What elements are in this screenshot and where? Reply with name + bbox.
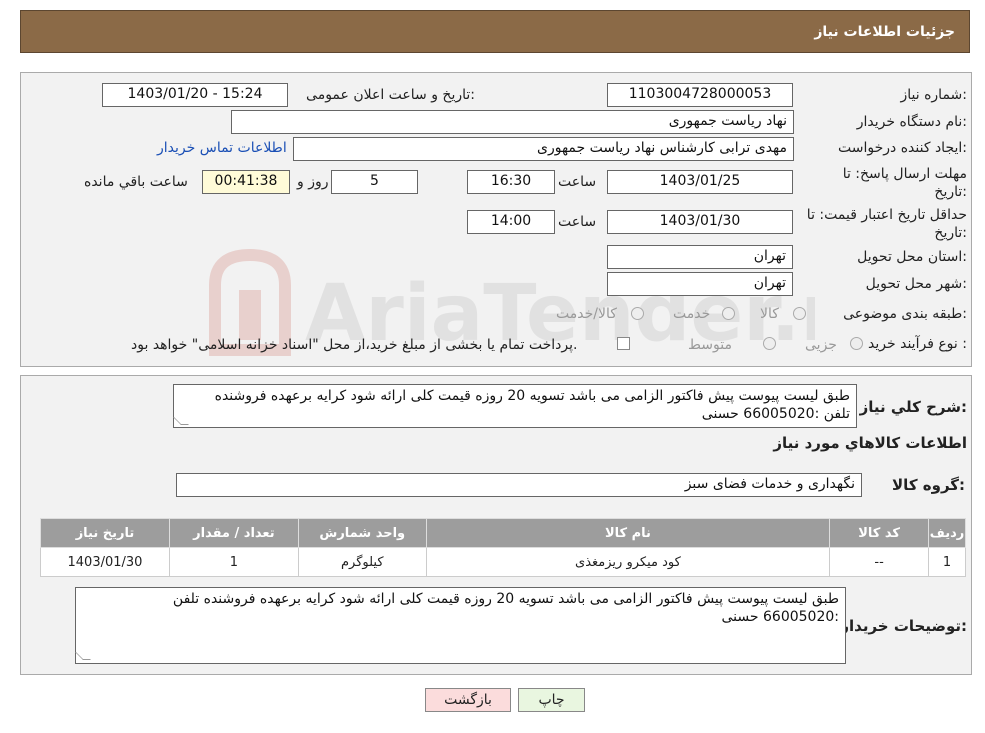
validity-time-field: 14:00 [467, 210, 555, 234]
need-number-label: شماره نیاز: [900, 87, 967, 103]
table-row: 1 -- کود میکرو ریزمغذی کیلوگرم 1 1403/01… [40, 547, 966, 577]
process-radio-minor[interactable] [850, 337, 863, 350]
validity-label-line2: تاریخ: [934, 225, 967, 241]
col-quantity: تعداد / مقدار [168, 518, 299, 548]
description-label: شرح کلي نياز: [859, 398, 967, 416]
cell-goods-name: کود میکرو ریزمغذی [425, 547, 831, 577]
deadline-date-field: 1403/01/25 [607, 170, 793, 194]
category-option-goods-service: کالا/خدمت [556, 306, 617, 322]
col-row-number: رديف [928, 518, 966, 548]
process-radio-medium[interactable] [763, 337, 776, 350]
category-option-service: خدمت [673, 306, 711, 322]
buyer-org-field: نهاد ریاست جمهوری [231, 110, 794, 134]
remaining-time-field: 00:41:38 [202, 170, 290, 194]
city-label: شهر محل تحویل: [865, 276, 967, 292]
category-radio-goods-service[interactable] [631, 307, 644, 320]
province-field: تهران [607, 245, 793, 269]
goods-section-title: اطلاعات کالاهاي مورد نياز [773, 434, 967, 452]
buyer-notes-line1: طبق لیست پیوست پیش فاکتور الزامی می باشد… [172, 591, 839, 607]
category-radio-service[interactable] [722, 307, 735, 320]
process-option-minor: جزیی [805, 337, 837, 353]
deadline-label-line1: مهلت ارسال پاسخ: تا [842, 166, 967, 182]
cell-quantity: 1 [168, 547, 299, 577]
process-note: پرداخت تمام یا بخشی از مبلغ خرید،از محل … [131, 337, 578, 353]
description-textarea: طبق لیست پیوست پیش فاکتور الزامی می باشد… [173, 384, 857, 428]
cell-row-number: 1 [928, 547, 966, 577]
buyer-org-label: نام دستگاه خریدار: [856, 114, 967, 130]
buyer-notes-textarea: طبق لیست پیوست پیش فاکتور الزامی می باشد… [75, 587, 846, 664]
cell-goods-code: -- [829, 547, 930, 577]
cell-need-date: 1403/01/30 [40, 547, 170, 577]
process-label: نوع فرآیند خرید : [868, 336, 967, 352]
requester-field: مهدی ترابی کارشناس نهاد ریاست جمهوری [293, 137, 794, 161]
buyer-notes-label: توضیحات خریدار: [840, 617, 967, 635]
province-label: استان محل تحویل: [857, 249, 967, 265]
cell-unit: کیلوگرم [297, 547, 427, 577]
description-line1: طبق لیست پیوست پیش فاکتور الزامی می باشد… [214, 388, 850, 404]
city-field: تهران [607, 272, 793, 296]
goods-table: رديف کد کالا نام کالا واحد شمارش تعداد /… [40, 518, 966, 577]
process-option-medium: متوسط [688, 337, 732, 353]
buyer-notes-line2: :66005020 حسنی [721, 609, 839, 625]
col-unit: واحد شمارش [297, 518, 427, 548]
back-button[interactable]: بازگشت [425, 688, 511, 712]
print-button[interactable]: چاپ [518, 688, 585, 712]
page-title: جزئیات اطلاعات نیاز [814, 24, 955, 40]
description-line2: تلفن :66005020 حسنی [701, 406, 850, 422]
goods-table-header-row: رديف کد کالا نام کالا واحد شمارش تعداد /… [40, 518, 966, 548]
goods-group-label: گروه کالا: [892, 476, 965, 494]
goods-group-field: نگهداری و خدمات فضای سبز [176, 473, 862, 497]
requester-label: ایجاد کننده درخواست: [838, 140, 967, 156]
days-field: 5 [331, 170, 418, 194]
treasury-checkbox[interactable] [617, 337, 630, 350]
deadline-time-field: 16:30 [467, 170, 555, 194]
category-label: طبقه بندی موضوعی: [843, 306, 967, 322]
announce-field: 1403/01/20 - 15:24 [102, 83, 288, 107]
col-goods-name: نام کالا [425, 518, 831, 548]
validity-date-field: 1403/01/30 [607, 210, 793, 234]
category-radio-goods[interactable] [793, 307, 806, 320]
col-goods-code: کد کالا [829, 518, 930, 548]
col-need-date: تاریخ نیاز [40, 518, 170, 548]
page-header: جزئیات اطلاعات نیاز [20, 10, 970, 53]
days-label: روز و [297, 174, 329, 190]
category-option-goods: کالا [760, 306, 779, 322]
deadline-time-label: ساعت [558, 174, 597, 190]
validity-time-label: ساعت [558, 214, 597, 230]
announce-label: تاریخ و ساعت اعلان عمومی: [306, 87, 475, 103]
validity-label-line1: حداقل تاریخ اعتبار قیمت: تا [806, 207, 967, 223]
deadline-label-line2: تاریخ: [934, 184, 967, 200]
remaining-label: ساعت باقي مانده [84, 174, 188, 190]
need-number-field: 1103004728000053 [607, 83, 793, 107]
contact-buyer-link[interactable]: اطلاعات تماس خریدار [157, 140, 287, 156]
